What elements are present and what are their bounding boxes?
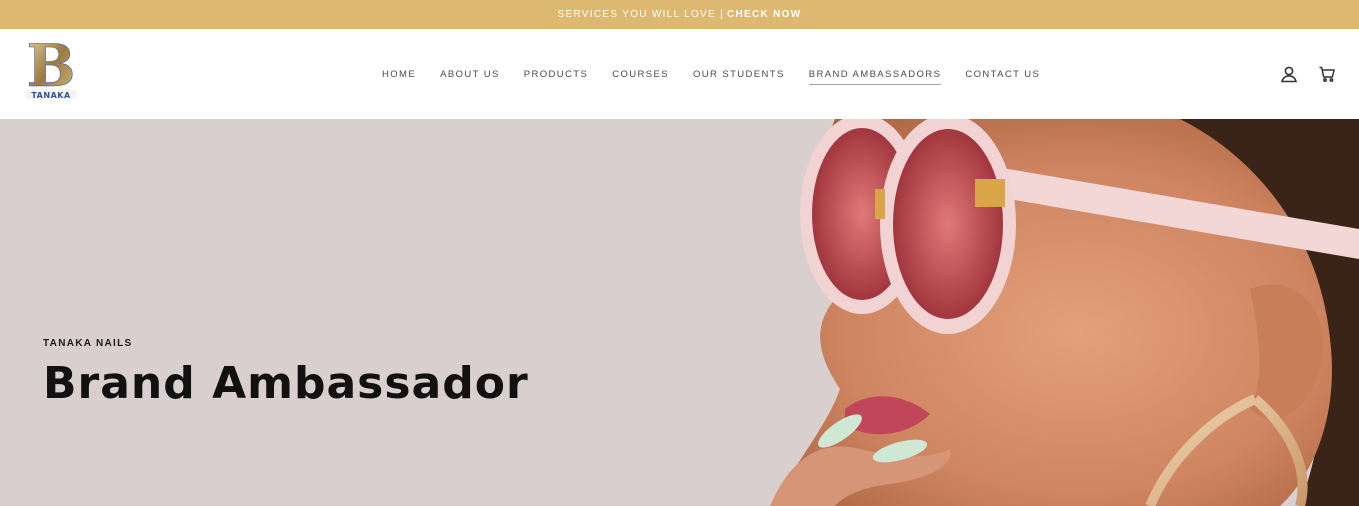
hero-eyebrow: TANAKA NAILS	[43, 338, 133, 349]
account-icon[interactable]	[1280, 65, 1298, 83]
brand-logo[interactable]: B TANAKA	[24, 32, 78, 106]
nav-about-us[interactable]: ABOUT US	[440, 63, 500, 86]
nav-courses[interactable]: COURSES	[612, 63, 669, 86]
hero-text-block: TANAKA NAILS Brand Ambassador	[43, 338, 529, 409]
announcement-text: SERVICES YOU WILL LOVE |	[557, 9, 724, 20]
cart-icon[interactable]	[1318, 65, 1336, 83]
nav-contact-us[interactable]: CONTACT US	[965, 63, 1040, 86]
site-header: B TANAKA HOME ABOUT US PRODUCTS COURSES …	[0, 29, 1359, 119]
nav-our-students[interactable]: OUR STUDENTS	[693, 63, 785, 86]
nav-home[interactable]: HOME	[382, 63, 416, 86]
announcement-bar: SERVICES YOU WILL LOVE | CHECK NOW	[0, 0, 1359, 29]
svg-text:TANAKA: TANAKA	[31, 91, 71, 100]
main-nav: HOME ABOUT US PRODUCTS COURSES OUR STUDE…	[370, 29, 1052, 119]
nav-brand-ambassadors[interactable]: BRAND AMBASSADORS	[808, 63, 942, 86]
hero-banner: TANAKA NAILS Brand Ambassador	[0, 119, 1359, 506]
logo-mark: B TANAKA	[26, 32, 76, 100]
hero-title: Brand Ambassador	[43, 358, 529, 409]
nav-products[interactable]: PRODUCTS	[524, 63, 589, 86]
check-now-link[interactable]: CHECK NOW	[727, 9, 801, 20]
hero-portrait-image	[0, 119, 1359, 506]
